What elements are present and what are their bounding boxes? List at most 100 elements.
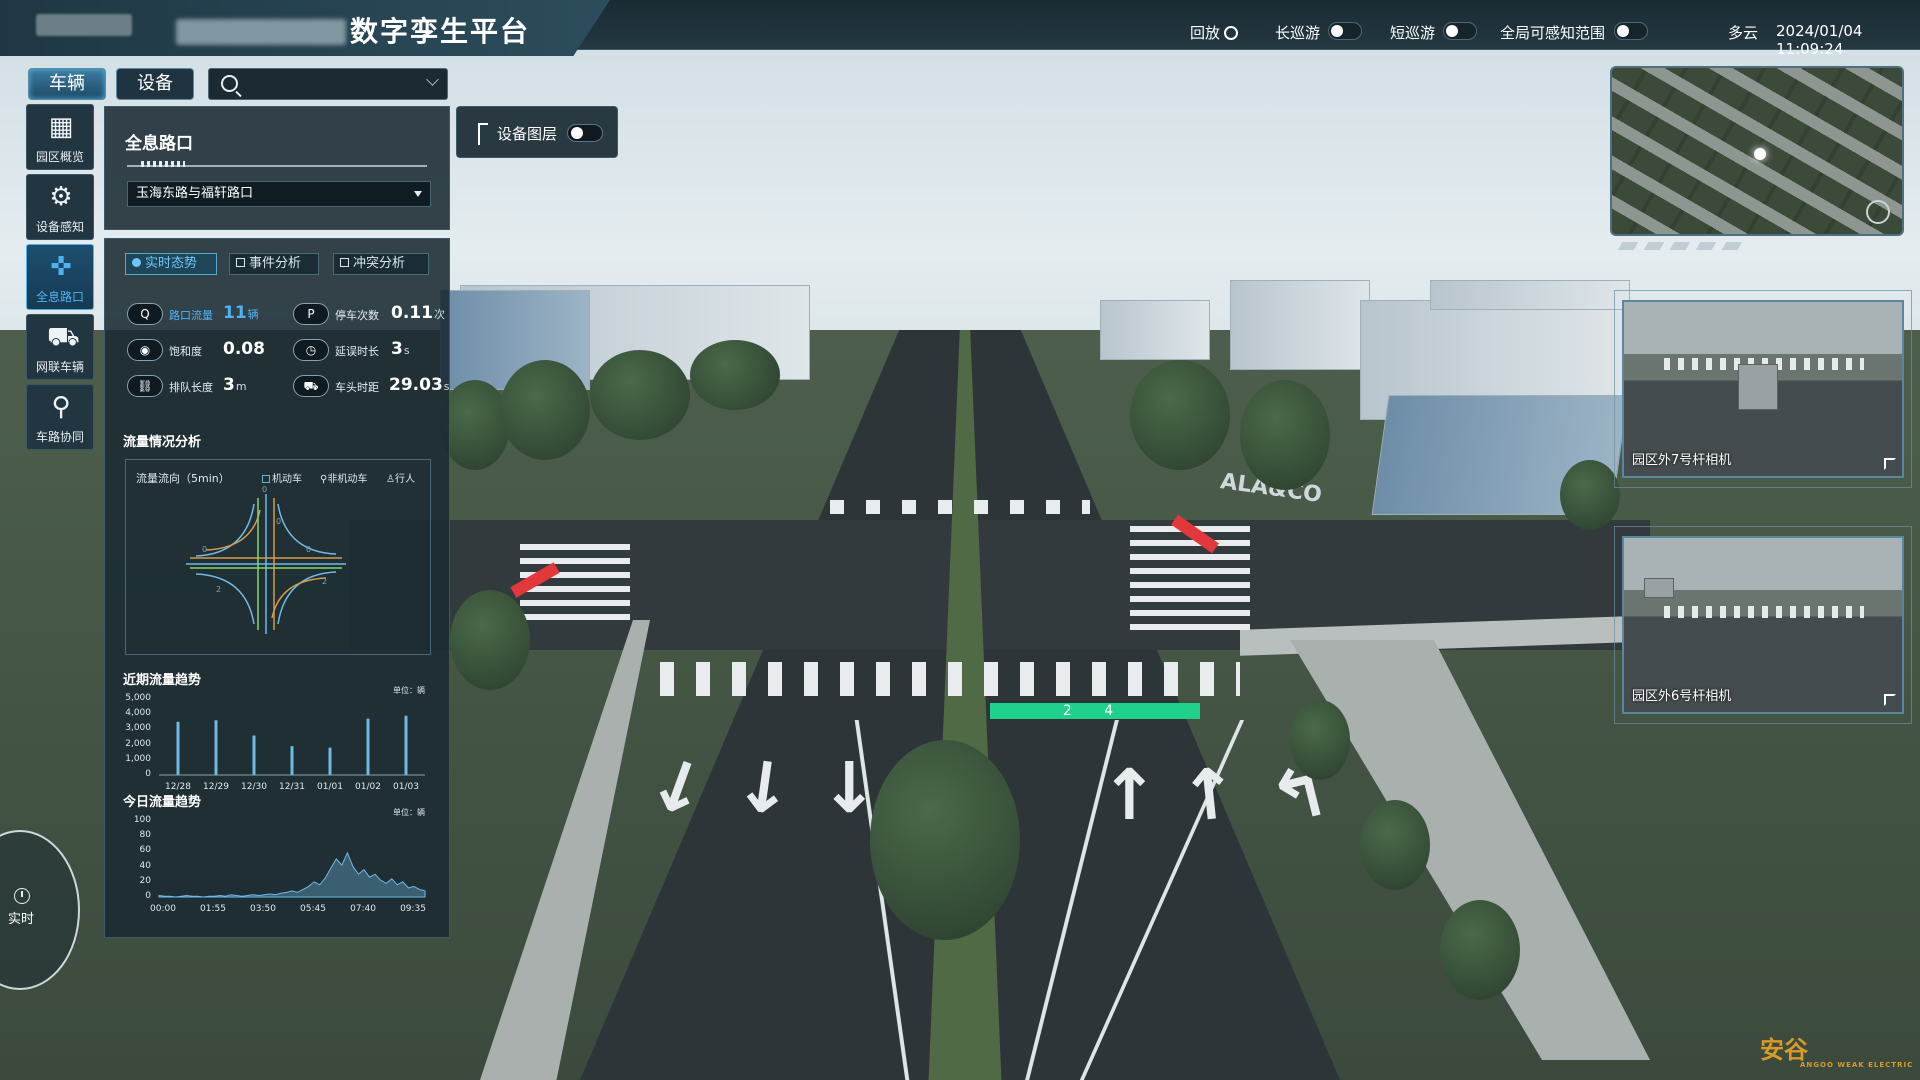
app-root: ↑ ↑ ↑ ↑ ↑ ↰ 2 4 ALA&CO 数字孪生平台 回放 长巡游 短巡游… xyxy=(0,0,1920,1080)
today-trend-chart: 单位：辆 100 80 60 40 20 0 00:00 01:55 03:50 05:45 07… xyxy=(125,807,435,917)
metric-value: 29.03s xyxy=(389,375,450,395)
metric-label: 延误时长 xyxy=(335,345,379,358)
motor-swatch xyxy=(262,475,270,483)
tree xyxy=(1360,800,1430,890)
tree xyxy=(870,740,1020,940)
svg-text:2: 2 xyxy=(322,577,327,586)
tab-label: 事件分析 xyxy=(249,256,302,271)
metric-value: 3s xyxy=(391,339,410,359)
watermark-text: 安谷 xyxy=(1760,1036,1808,1064)
eye-icon: ◉ xyxy=(127,339,163,361)
chevron-down-icon[interactable] xyxy=(426,73,439,86)
series-area xyxy=(158,851,426,898)
metric-intersection-flow: Q 路口流量 11辆 xyxy=(127,303,277,329)
global-range-toggle[interactable] xyxy=(1614,22,1648,40)
metric-label: 路口流量 xyxy=(169,309,213,322)
parking-icon: P xyxy=(293,303,329,325)
camera-feed-7[interactable]: 园区外7号杆相机 xyxy=(1622,300,1904,478)
nav-vehicle-road-coop[interactable]: ⚲ 车路协同 xyxy=(26,384,94,450)
search-icon xyxy=(221,75,238,92)
timeline-progress xyxy=(141,161,185,167)
clock-icon xyxy=(14,888,30,904)
tab-conflict-analysis[interactable]: 冲突分析 xyxy=(333,253,429,275)
camera-label: 园区外7号杆相机 xyxy=(1632,453,1732,468)
realtime-label: 实时 xyxy=(8,912,35,927)
flow-icon: Q xyxy=(127,303,163,325)
legend-nonmotor[interactable]: ⚲非机动车 xyxy=(320,470,367,485)
tab-event-analysis[interactable]: 事件分析 xyxy=(229,253,319,275)
compass-icon[interactable] xyxy=(1866,200,1890,224)
x-tick-label: 05:45 xyxy=(300,904,326,914)
intersection-title: 全息路口 xyxy=(125,134,193,154)
intersection-select[interactable]: 玉海东路与福轩路口 xyxy=(127,181,431,207)
document-icon xyxy=(236,258,245,267)
lane-countdown-bar: 2 4 xyxy=(990,703,1200,719)
long-patrol-label: 长巡游 xyxy=(1275,24,1321,42)
tree xyxy=(450,590,530,690)
replay-icon xyxy=(1224,26,1239,40)
minimap[interactable] xyxy=(1610,66,1904,236)
x-tick-label: 12/29 xyxy=(203,782,229,792)
tree xyxy=(500,360,590,460)
metric-queue-length: ⛓ 排队长度 3m xyxy=(127,375,277,401)
camera-vehicle xyxy=(1644,578,1674,598)
x-tick-label: 12/31 xyxy=(279,782,305,792)
expand-icon[interactable] xyxy=(1884,458,1896,470)
device-layer-control: 设备图层 xyxy=(456,106,618,158)
building xyxy=(1430,280,1630,310)
nav-label: 车路协同 xyxy=(35,430,84,444)
search-input[interactable] xyxy=(208,68,448,100)
expand-icon[interactable] xyxy=(1884,694,1896,706)
page-title: 数字孪生平台 xyxy=(176,10,530,50)
metric-number: 0.11 xyxy=(391,303,433,323)
x-tick-label: 00:00 xyxy=(150,904,176,914)
long-patrol-toggle[interactable] xyxy=(1328,22,1362,40)
tab-label: 冲突分析 xyxy=(353,256,406,271)
tab-vehicles[interactable]: 车辆 xyxy=(28,68,106,100)
x-tick-label: 09:35 xyxy=(400,904,426,914)
x-tick-label: 01/03 xyxy=(393,782,419,792)
grid-icon xyxy=(340,258,349,267)
metric-stop-count: P 停车次数 0.11次 xyxy=(293,303,445,329)
nav-holographic-intersection[interactable]: ✜ 全息路口 xyxy=(26,244,94,310)
nav-park-overview[interactable]: ▦ 园区概览 xyxy=(26,104,94,170)
bar xyxy=(176,721,180,775)
road-arrow: ↑ xyxy=(1175,751,1243,839)
tree xyxy=(1130,360,1230,470)
metric-label: 饱和度 xyxy=(169,345,202,358)
metric-number: 29.03 xyxy=(389,375,443,395)
camera-label: 园区外6号杆相机 xyxy=(1632,689,1732,704)
legend-motor[interactable]: 机动车 xyxy=(262,470,302,485)
bar xyxy=(328,747,332,775)
metric-unit: s xyxy=(403,344,410,357)
metric-number: 3 xyxy=(223,375,235,395)
tree xyxy=(1240,380,1330,490)
metric-number: 0.08 xyxy=(223,339,265,359)
nav-device-sensing[interactable]: ⚙ 设备感知 xyxy=(26,174,94,240)
tab-devices[interactable]: 设备 xyxy=(116,68,194,100)
nav-label: 设备感知 xyxy=(35,220,84,234)
tab-realtime[interactable]: 实时态势 xyxy=(125,253,217,275)
circle-dot-icon xyxy=(132,258,141,267)
bar xyxy=(252,735,256,775)
short-patrol-toggle[interactable] xyxy=(1443,22,1477,40)
car-location-icon: ⚲ xyxy=(51,392,71,422)
device-layer-toggle[interactable] xyxy=(567,124,603,142)
recent-bar-svg: 12/28 12/29 12/30 12/31 01/01 01/02 01/03 xyxy=(159,715,425,792)
metric-label: 停车次数 xyxy=(335,309,379,322)
metric-number: 11 xyxy=(223,303,247,323)
metric-number: 3 xyxy=(391,339,403,359)
title-text: 数字孪生平台 xyxy=(350,15,531,48)
metric-delay: ◷ 延误时长 3s xyxy=(293,339,443,365)
tree xyxy=(1290,700,1350,780)
camera-feed-6[interactable]: 园区外6号杆相机 xyxy=(1622,536,1904,714)
legend-pedestrian[interactable]: ♙行人 xyxy=(386,470,415,485)
datetime-text: 2024/01/04 11:09:24 xyxy=(1776,22,1863,58)
x-tick-label: 03:50 xyxy=(250,904,276,914)
metric-value: 3m xyxy=(223,375,247,395)
replay-button[interactable]: 回放 xyxy=(1190,22,1239,43)
nav-connected-vehicles[interactable]: ⛟ 网联车辆 xyxy=(26,314,94,380)
building xyxy=(1230,280,1370,370)
nav-label: 网联车辆 xyxy=(35,360,84,374)
tab-label: 实时态势 xyxy=(145,256,198,271)
